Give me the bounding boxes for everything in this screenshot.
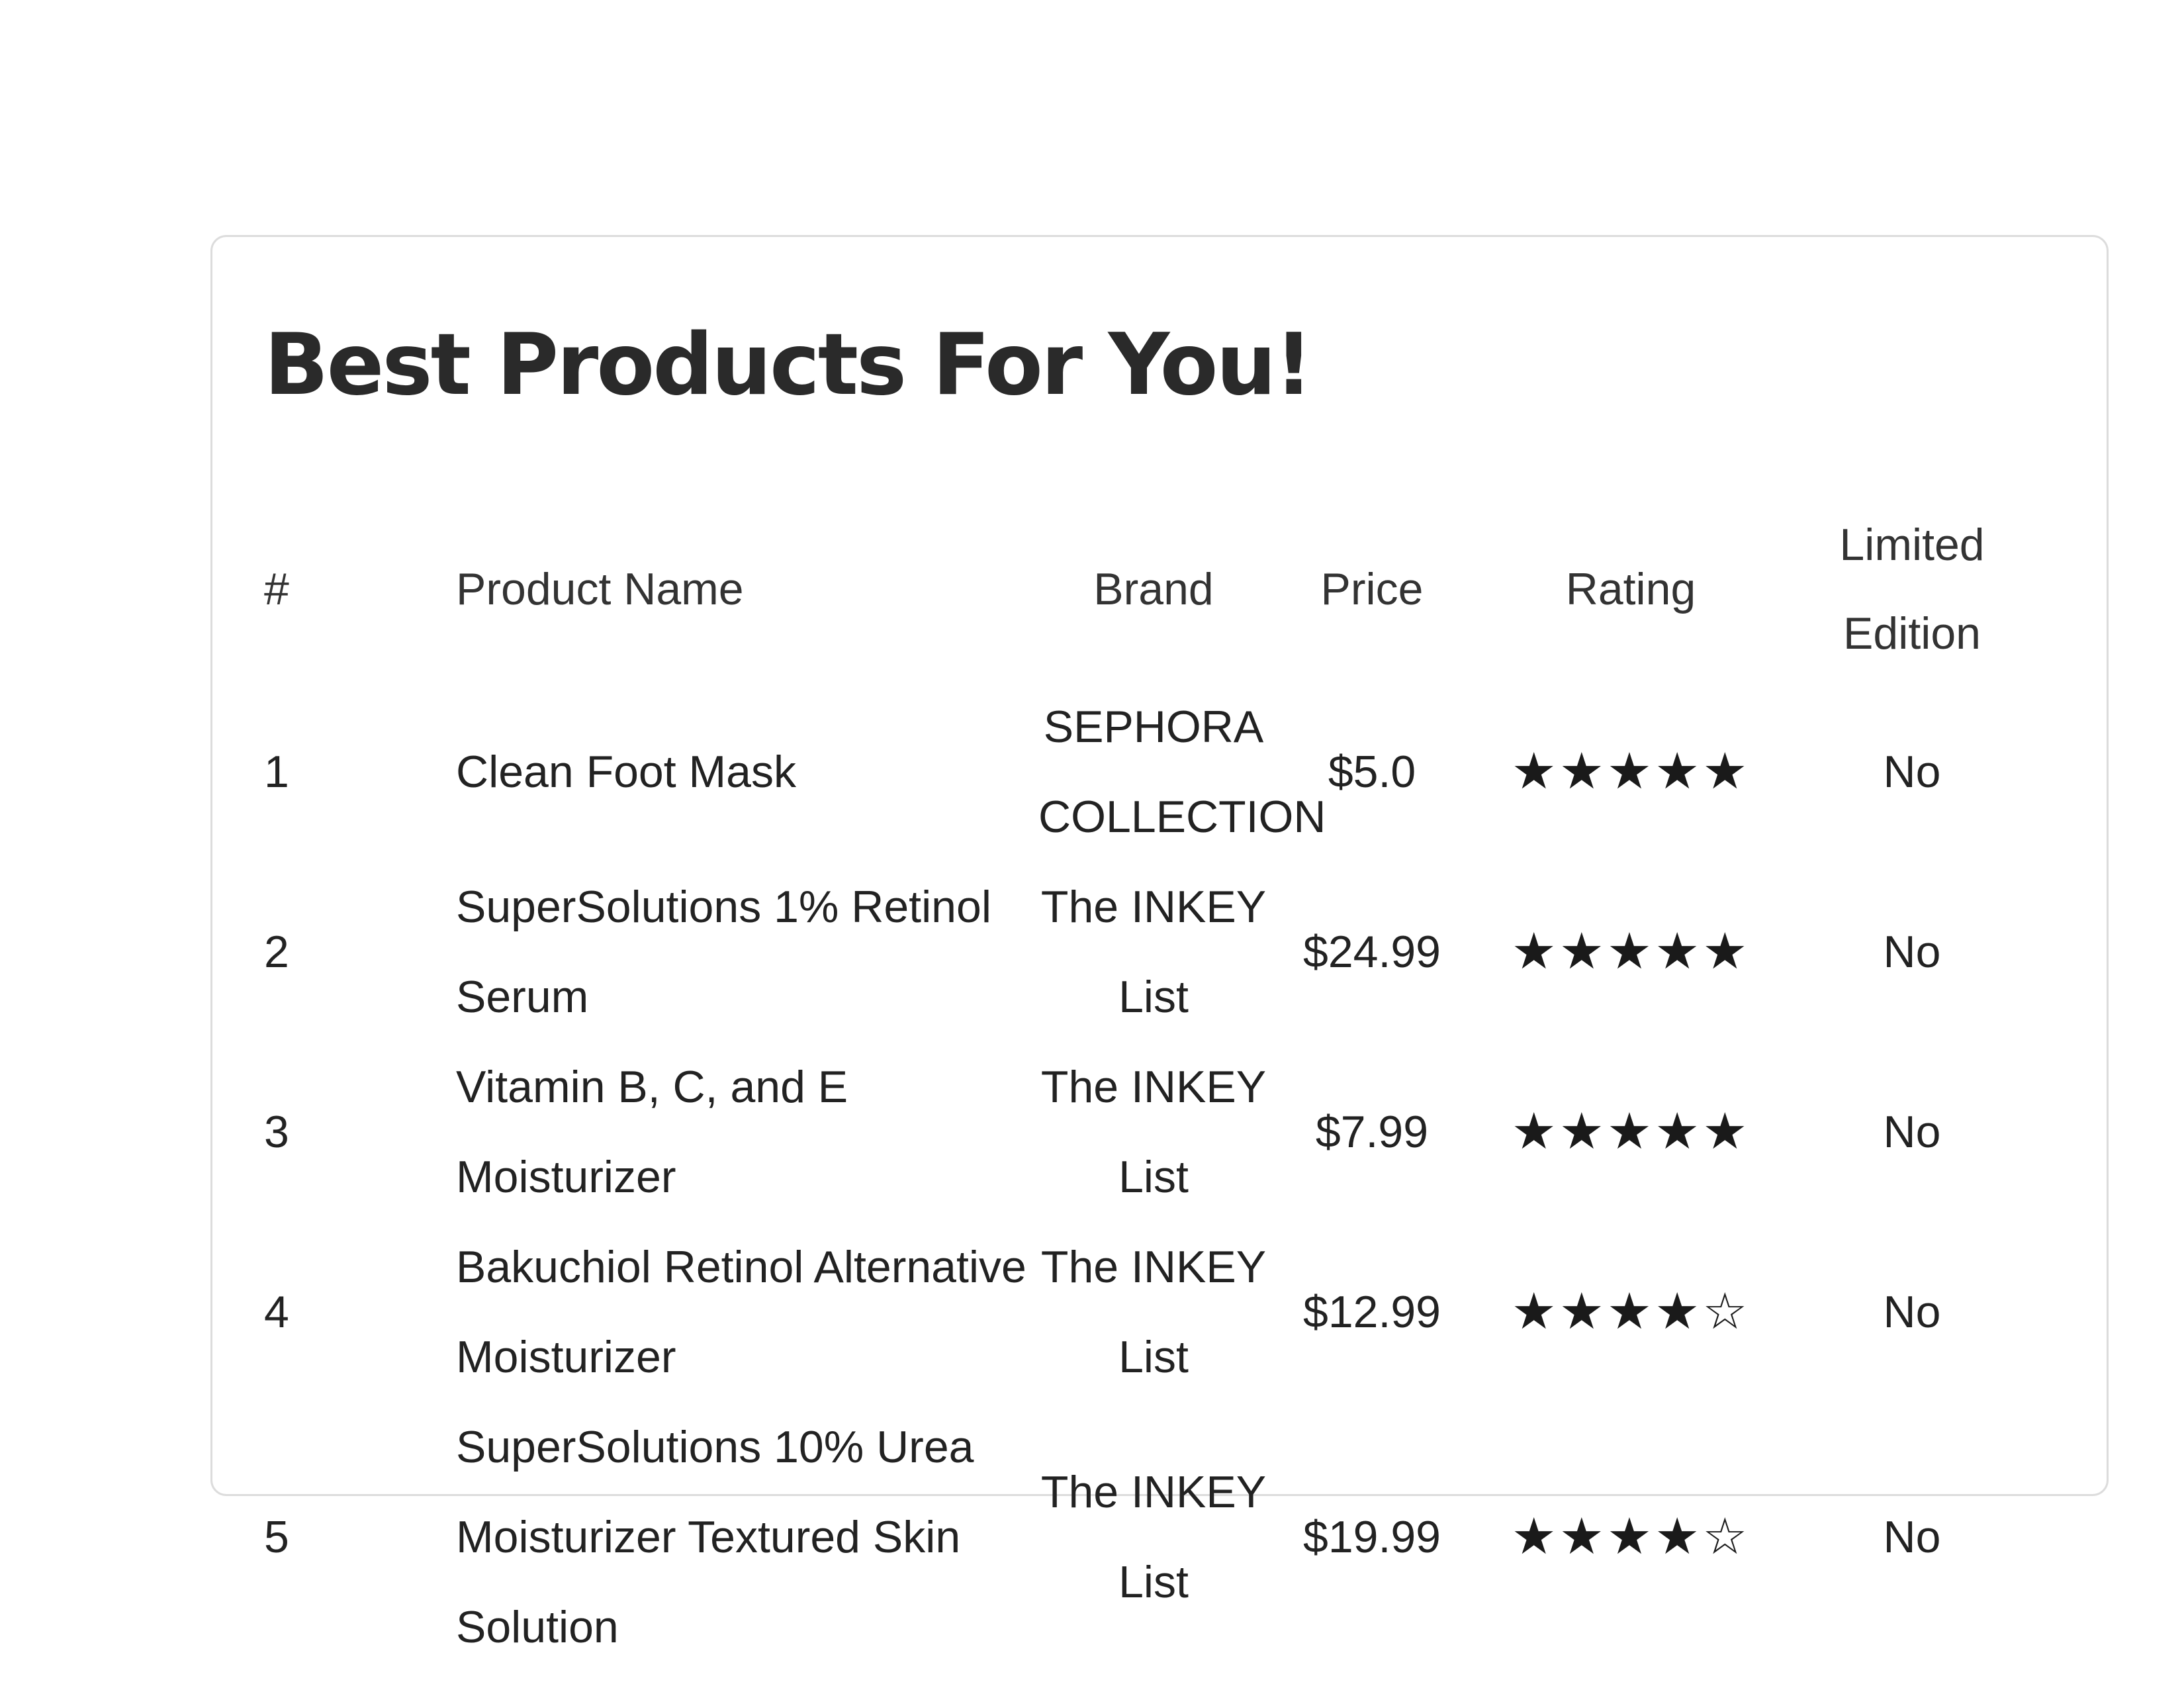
row-number: 5 xyxy=(264,1512,289,1562)
row-number: 1 xyxy=(264,747,289,797)
product-price: $19.99 xyxy=(1303,1512,1441,1562)
star-filled-icon: ★ xyxy=(1606,921,1655,980)
product-name: Bakuchiol Retinol Alternative Moisturize… xyxy=(456,1242,1026,1382)
star-filled-icon: ★ xyxy=(1702,1101,1751,1160)
star-filled-icon: ★ xyxy=(1511,1281,1559,1340)
star-filled-icon: ★ xyxy=(1559,1506,1607,1566)
page-title: Best Products For You! xyxy=(264,316,1313,414)
product-limited-edition: No xyxy=(1883,927,1941,977)
star-filled-icon: ★ xyxy=(1606,1506,1655,1566)
table-row: 2 SuperSolutions 1% Retinol Serum The IN… xyxy=(264,862,2038,1042)
star-filled-icon: ★ xyxy=(1655,1506,1703,1566)
table-row: 1 Clean Foot Mask SEPHORA COLLECTION $5.… xyxy=(264,682,2038,862)
table-header-row: # Product Name Brand Price Rating Limite… xyxy=(264,496,2038,682)
table-row: 5 SuperSolutions 10% Urea Moisturizer Te… xyxy=(264,1402,2038,1672)
product-rating: ★★★★★ xyxy=(1475,1042,1786,1222)
header-number: # xyxy=(264,564,289,614)
star-rating: ★★★★★ xyxy=(1512,921,1751,980)
products-table: # Product Name Brand Price Rating Limite… xyxy=(264,496,2038,1672)
star-filled-icon: ★ xyxy=(1559,1281,1607,1340)
star-filled-icon: ★ xyxy=(1702,741,1751,800)
star-filled-icon: ★ xyxy=(1511,1101,1559,1160)
product-rating: ★★★★☆ xyxy=(1475,1402,1786,1672)
star-filled-icon: ★ xyxy=(1702,921,1751,980)
header-product-name: Product Name xyxy=(456,564,744,614)
star-filled-icon: ★ xyxy=(1606,1101,1655,1160)
product-name: Clean Foot Mask xyxy=(456,747,796,797)
product-limited-edition: No xyxy=(1883,1287,1941,1337)
star-filled-icon: ★ xyxy=(1655,1281,1703,1340)
star-filled-icon: ★ xyxy=(1655,1101,1703,1160)
table-row: 3 Vitamin B, C, and E Moisturizer The IN… xyxy=(264,1042,2038,1222)
star-filled-icon: ★ xyxy=(1655,741,1703,800)
product-name: SuperSolutions 1% Retinol Serum xyxy=(456,882,991,1022)
product-brand: The INKEY List xyxy=(1040,1467,1267,1607)
star-rating: ★★★★★ xyxy=(1512,1102,1751,1160)
row-number: 3 xyxy=(264,1107,289,1157)
row-number: 4 xyxy=(264,1287,289,1337)
product-limited-edition: No xyxy=(1883,1512,1941,1562)
header-limited-edition: Limited Edition xyxy=(1839,520,1985,659)
product-limited-edition: No xyxy=(1883,1107,1941,1157)
star-filled-icon: ★ xyxy=(1559,741,1607,800)
star-rating: ★★★★☆ xyxy=(1512,1507,1751,1566)
header-brand: Brand xyxy=(1093,564,1214,614)
product-brand: The INKEY List xyxy=(1040,1062,1267,1202)
product-rating: ★★★★★ xyxy=(1475,862,1786,1042)
star-filled-icon: ★ xyxy=(1559,1101,1607,1160)
star-filled-icon: ★ xyxy=(1511,1506,1559,1566)
product-rating: ★★★★☆ xyxy=(1475,1222,1786,1402)
star-outline-icon: ☆ xyxy=(1702,1506,1751,1566)
header-rating: Rating xyxy=(1565,564,1696,614)
star-filled-icon: ★ xyxy=(1606,1281,1655,1340)
star-filled-icon: ★ xyxy=(1655,921,1703,980)
products-card: Best Products For You! # Product Name Br… xyxy=(210,235,2109,1652)
star-filled-icon: ★ xyxy=(1606,741,1655,800)
product-brand: The INKEY List xyxy=(1040,882,1267,1022)
table-row: 4 Bakuchiol Retinol Alternative Moisturi… xyxy=(264,1222,2038,1402)
star-filled-icon: ★ xyxy=(1511,741,1559,800)
star-outline-icon: ☆ xyxy=(1702,1281,1751,1340)
row-number: 2 xyxy=(264,927,289,977)
product-name: Vitamin B, C, and E Moisturizer xyxy=(456,1062,848,1202)
product-rating: ★★★★★ xyxy=(1475,682,1786,862)
product-brand: SEPHORA COLLECTION xyxy=(1038,702,1326,842)
product-brand: The INKEY List xyxy=(1040,1242,1267,1382)
header-price: Price xyxy=(1320,564,1424,614)
product-price: $12.99 xyxy=(1303,1287,1441,1337)
product-price: $7.99 xyxy=(1315,1107,1429,1157)
star-rating: ★★★★★ xyxy=(1512,741,1751,800)
product-limited-edition: No xyxy=(1883,747,1941,797)
star-filled-icon: ★ xyxy=(1559,921,1607,980)
product-price: $24.99 xyxy=(1303,927,1441,977)
product-name: SuperSolutions 10% Urea Moisturizer Text… xyxy=(456,1422,974,1652)
star-rating: ★★★★☆ xyxy=(1512,1282,1751,1340)
star-filled-icon: ★ xyxy=(1511,921,1559,980)
